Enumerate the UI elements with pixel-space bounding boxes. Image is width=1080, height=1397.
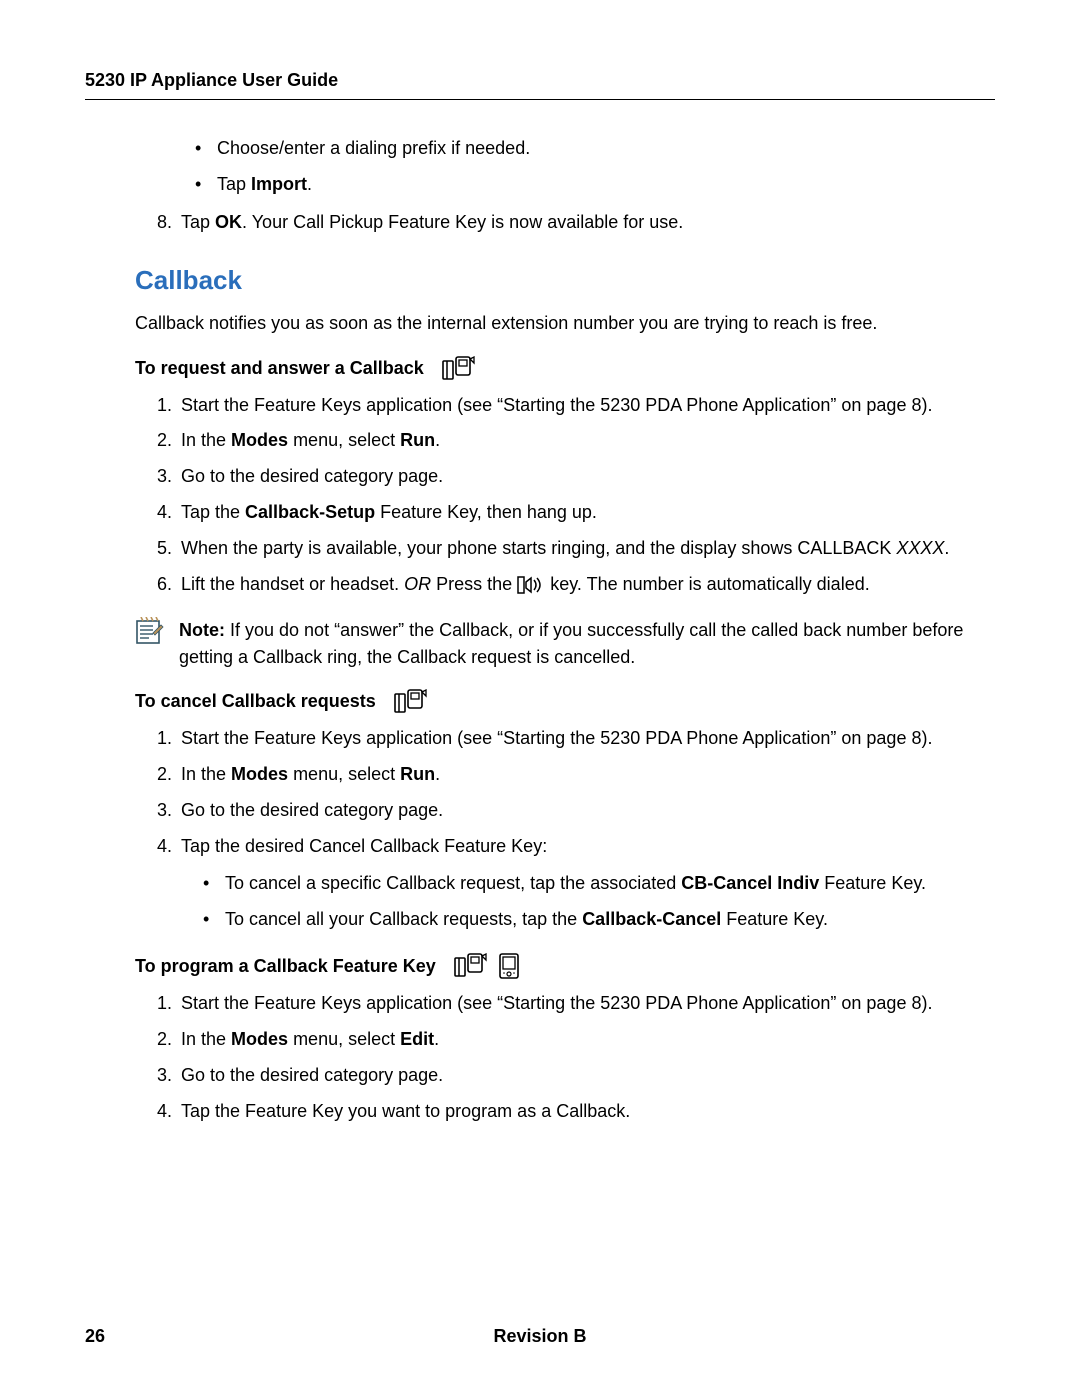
sub-heading-label: To program a Callback Feature Key xyxy=(135,956,436,977)
list-item: In the Modes menu, select Run. xyxy=(177,761,965,789)
list-item: Choose/enter a dialing prefix if needed. xyxy=(195,135,965,163)
document-page: 5230 IP Appliance User Guide Choose/ente… xyxy=(0,0,1080,1397)
text: Tap the xyxy=(181,502,245,522)
list-item: Go to the desired category page. xyxy=(177,1062,965,1090)
text: If you do not “answer” the Callback, or … xyxy=(179,620,963,667)
text-bold: Modes xyxy=(231,1029,288,1049)
text: . xyxy=(434,1029,439,1049)
text-bold: CB-Cancel Indiv xyxy=(681,873,819,893)
text: Tap xyxy=(217,174,251,194)
list-item: When the party is available, your phone … xyxy=(177,535,965,563)
text-bold: Run xyxy=(400,764,435,784)
text: . xyxy=(944,538,949,558)
text-italic: OR xyxy=(404,574,431,594)
list-item: Go to the desired category page. xyxy=(177,463,965,491)
text-bold: Import xyxy=(251,174,307,194)
text: Lift the handset or headset. xyxy=(181,574,404,594)
request-steps: Start the Feature Keys application (see … xyxy=(135,392,965,599)
text: In the xyxy=(181,430,231,450)
note-label: Note: xyxy=(179,620,225,640)
list-item: Tap OK. Your Call Pickup Feature Key is … xyxy=(177,209,965,237)
sub-heading-request: To request and answer a Callback xyxy=(135,356,965,382)
text-italic: XXXX xyxy=(896,538,944,558)
cancel-steps: Start the Feature Keys application (see … xyxy=(135,725,965,934)
list-item: Tap the Feature Key you want to program … xyxy=(177,1098,965,1126)
pda-icon xyxy=(498,952,520,980)
list-item: Tap the Callback-Setup Feature Key, then… xyxy=(177,499,965,527)
text: key. The number is automatically dialed. xyxy=(550,574,870,594)
note-text: Note: If you do not “answer” the Callbac… xyxy=(179,617,965,671)
text: . Your Call Pickup Feature Key is now av… xyxy=(242,212,683,232)
speaker-key-icon xyxy=(517,575,545,595)
text: Tap xyxy=(181,212,215,232)
list-item: Go to the desired category page. xyxy=(177,797,965,825)
section-intro: Callback notifies you as soon as the int… xyxy=(135,310,965,338)
text: . xyxy=(307,174,312,194)
text: . xyxy=(435,764,440,784)
pda-phone-icon xyxy=(442,356,476,382)
text: In the xyxy=(181,1029,231,1049)
text: Feature Key. xyxy=(819,873,926,893)
sub-heading-cancel: To cancel Callback requests xyxy=(135,689,965,715)
list-item: Start the Feature Keys application (see … xyxy=(177,990,965,1018)
pda-phone-icon xyxy=(454,953,488,979)
program-steps: Start the Feature Keys application (see … xyxy=(135,990,965,1126)
text: Feature Key, then hang up. xyxy=(375,502,597,522)
list-item: Start the Feature Keys application (see … xyxy=(177,392,965,420)
list-item: Tap Import. xyxy=(195,171,965,199)
list-item: Lift the handset or headset. OR Press th… xyxy=(177,571,965,599)
text: To cancel a specific Callback request, t… xyxy=(225,873,681,893)
sub-heading-program: To program a Callback Feature Key xyxy=(135,952,965,980)
sub-heading-label: To cancel Callback requests xyxy=(135,691,376,712)
running-header: 5230 IP Appliance User Guide xyxy=(85,70,995,100)
text: Press the xyxy=(431,574,517,594)
text-bold: Edit xyxy=(400,1029,434,1049)
section-heading-callback: Callback xyxy=(135,265,965,296)
text-bold: Modes xyxy=(231,430,288,450)
note-icon xyxy=(135,617,165,645)
text-bold: Modes xyxy=(231,764,288,784)
pda-phone-icon xyxy=(394,689,428,715)
text-bold: Callback-Setup xyxy=(245,502,375,522)
page-footer: 26 Revision B xyxy=(85,1326,995,1347)
text: To cancel all your Callback requests, ta… xyxy=(225,909,582,929)
note-block: Note: If you do not “answer” the Callbac… xyxy=(135,617,965,671)
text: When the party is available, your phone … xyxy=(181,538,896,558)
text: menu, select xyxy=(288,1029,400,1049)
cancel-sub-bullets: To cancel a specific Callback request, t… xyxy=(203,870,965,934)
list-item: To cancel a specific Callback request, t… xyxy=(203,870,965,898)
sub-heading-label: To request and answer a Callback xyxy=(135,358,424,379)
list-item: In the Modes menu, select Run. xyxy=(177,427,965,455)
list-item: To cancel all your Callback requests, ta… xyxy=(203,906,965,934)
text: Feature Key. xyxy=(721,909,828,929)
list-item: In the Modes menu, select Edit. xyxy=(177,1026,965,1054)
text: Tap the desired Cancel Callback Feature … xyxy=(181,836,547,856)
text: menu, select xyxy=(288,430,400,450)
text-bold: Callback-Cancel xyxy=(582,909,721,929)
text-bold: OK xyxy=(215,212,242,232)
text-bold: Run xyxy=(400,430,435,450)
revision-label: Revision B xyxy=(85,1326,995,1347)
intro-bullets: Choose/enter a dialing prefix if needed.… xyxy=(195,135,965,199)
list-item: Start the Feature Keys application (see … xyxy=(177,725,965,753)
continuation-step: Tap OK. Your Call Pickup Feature Key is … xyxy=(135,209,965,237)
text: In the xyxy=(181,764,231,784)
list-item: Tap the desired Cancel Callback Feature … xyxy=(177,833,965,935)
text: menu, select xyxy=(288,764,400,784)
text: . xyxy=(435,430,440,450)
page-content: Choose/enter a dialing prefix if needed.… xyxy=(85,135,995,1126)
